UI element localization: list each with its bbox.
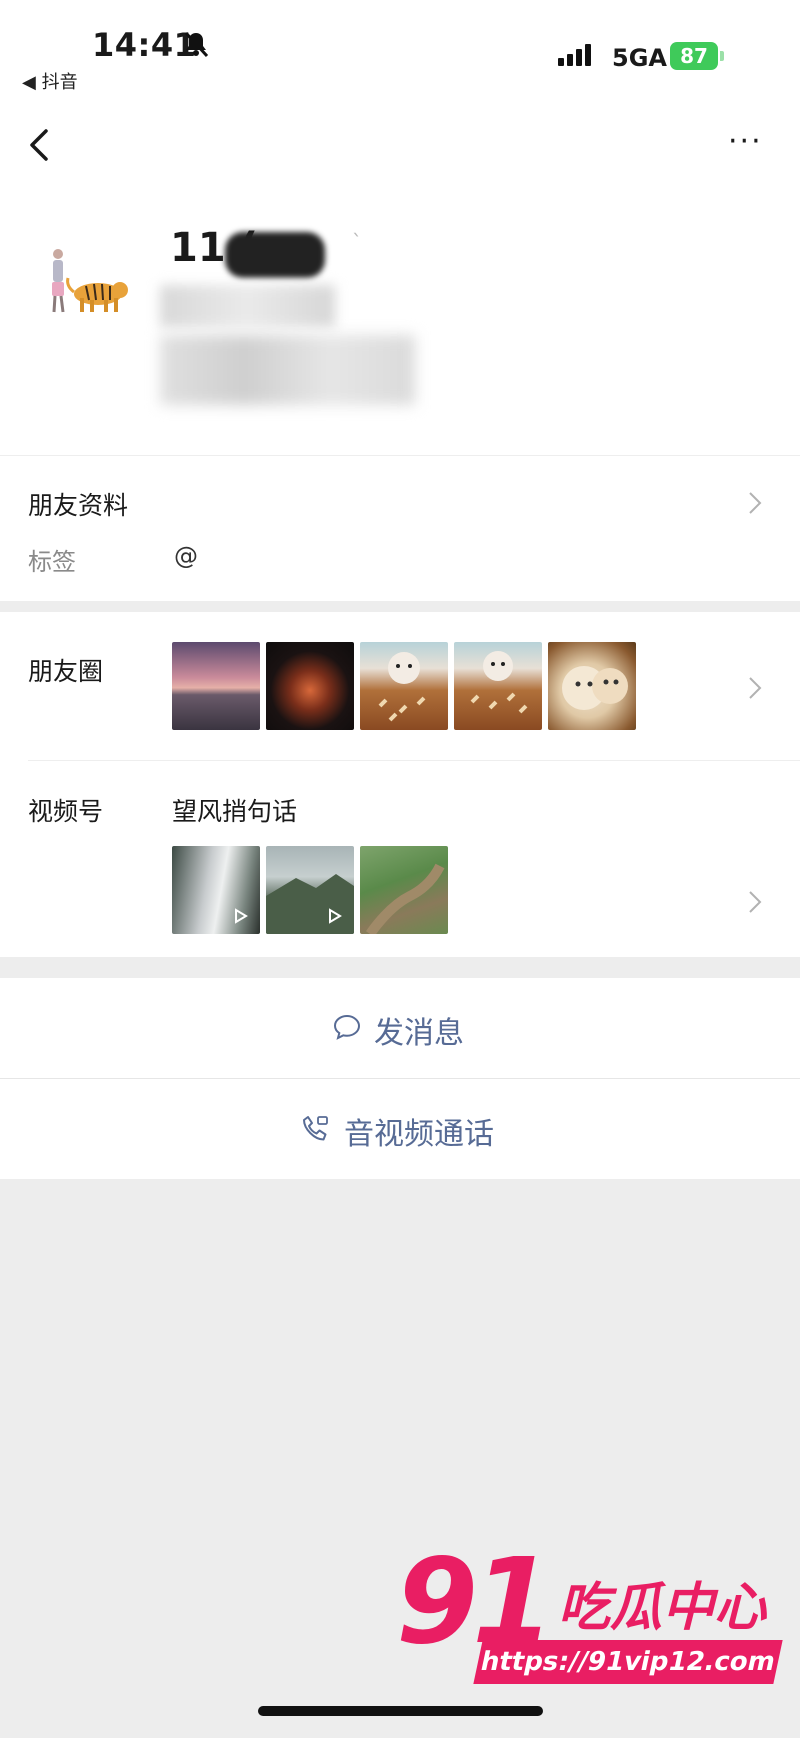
profile-header: 11 ( `: [0, 190, 800, 455]
channels-row[interactable]: 视频号 望风捎句话: [0, 762, 800, 957]
contact-name-suffix: `: [352, 230, 362, 254]
redacted-name: [225, 232, 325, 278]
channels-thumbnail: [360, 846, 448, 934]
media-section: 朋友圈 视频号 望风捎句话: [0, 612, 800, 957]
bell-muted-icon: [184, 31, 209, 58]
watermark-text: 吃瓜中心: [558, 1578, 767, 1638]
cellular-signal-icon: [558, 44, 594, 66]
chat-bubble-icon: [333, 1014, 361, 1040]
moments-row[interactable]: 朋友圈: [0, 612, 800, 760]
friend-info-section[interactable]: 朋友资料 标签 @: [0, 455, 800, 601]
status-bar: 14:41 ◀ 抖音 5GA 87: [0, 0, 800, 95]
moments-thumbnail: [172, 642, 260, 730]
voice-video-call-button[interactable]: 音视频通话: [0, 1079, 800, 1179]
back-to-app-link[interactable]: ◀ 抖音: [22, 68, 78, 94]
phone-video-icon: [303, 1116, 328, 1141]
send-message-label: 发消息: [374, 1016, 464, 1051]
battery-tip: [720, 51, 724, 61]
channels-thumbnail: [172, 846, 260, 934]
battery-indicator: 87: [670, 42, 718, 70]
chevron-right-icon: [749, 492, 762, 514]
redacted-details: [160, 335, 415, 405]
moments-thumbnail: [360, 642, 448, 730]
friend-info-label: 朋友资料: [28, 491, 129, 520]
redacted-nickname: [160, 285, 335, 327]
channel-name: 望风捎句话: [172, 797, 298, 826]
moments-thumbnail: [266, 642, 354, 730]
send-message-button[interactable]: 发消息: [0, 978, 800, 1078]
moments-thumbnail: [454, 642, 542, 730]
watermark-url: https://91vip12.com: [473, 1640, 783, 1684]
avatar[interactable]: [42, 236, 134, 328]
tags-value: @: [174, 542, 198, 570]
network-type: 5GA: [612, 44, 667, 72]
status-time: 14:41: [92, 26, 197, 64]
more-options-button[interactable]: ···: [728, 127, 763, 157]
channels-label: 视频号: [28, 797, 104, 826]
chevron-right-icon: [749, 891, 762, 913]
nav-bar: ···: [0, 95, 800, 190]
moments-thumbnail: [548, 642, 636, 730]
divider: [28, 760, 800, 761]
moments-label: 朋友圈: [28, 657, 104, 686]
chevron-right-icon: [749, 677, 762, 699]
channels-thumbnail: [266, 846, 354, 934]
voice-video-call-label: 音视频通话: [344, 1117, 494, 1152]
back-arrow-icon[interactable]: [24, 125, 54, 165]
tags-label: 标签: [28, 548, 76, 576]
home-indicator[interactable]: [258, 1706, 543, 1716]
